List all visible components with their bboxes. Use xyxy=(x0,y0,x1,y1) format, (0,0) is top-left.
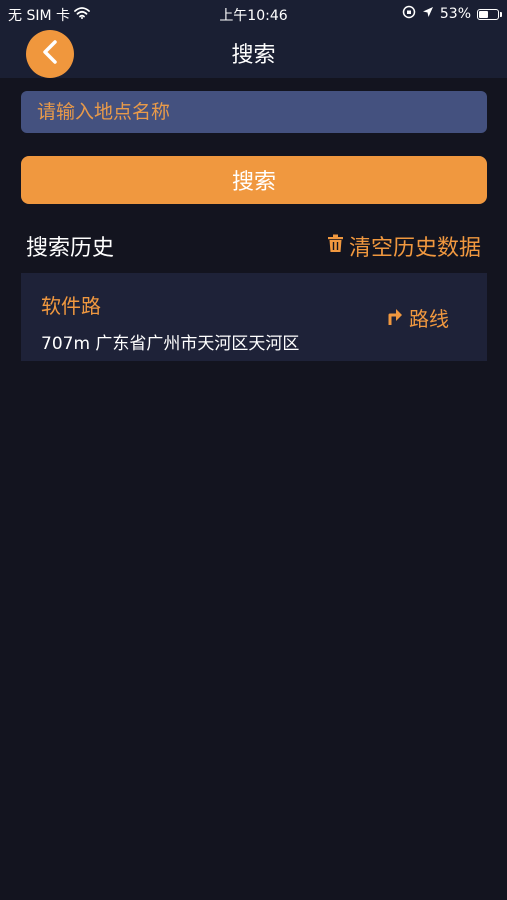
nav-bar: 搜索 xyxy=(0,26,507,78)
turn-right-arrow-icon xyxy=(387,304,403,331)
list-item[interactable]: 软件路 707m 广东省广州市天河区天河区 路线 xyxy=(21,273,487,361)
history-title: 搜索历史 xyxy=(26,236,115,261)
battery-icon xyxy=(477,8,502,20)
route-label: 路线 xyxy=(409,307,449,331)
battery-level xyxy=(479,10,488,18)
orientation-lock-icon xyxy=(402,5,416,23)
trash-icon xyxy=(327,234,344,259)
search-button[interactable]: 搜索 xyxy=(21,156,487,204)
status-bar: 无 SIM 卡 上午10:46 53% xyxy=(0,0,507,26)
place-address: 707m 广东省广州市天河区天河区 xyxy=(41,334,300,354)
clear-history-button[interactable]: 清空历史数据 xyxy=(327,230,481,262)
place-name: 软件路 xyxy=(41,294,101,318)
page-title: 搜索 xyxy=(231,43,276,68)
route-button[interactable]: 路线 xyxy=(387,303,449,332)
search-input[interactable] xyxy=(21,91,487,133)
location-arrow-icon xyxy=(422,6,434,22)
status-right: 53% xyxy=(402,5,502,23)
clear-history-label: 清空历史数据 xyxy=(348,236,481,261)
battery-percent: 53% xyxy=(439,6,471,22)
